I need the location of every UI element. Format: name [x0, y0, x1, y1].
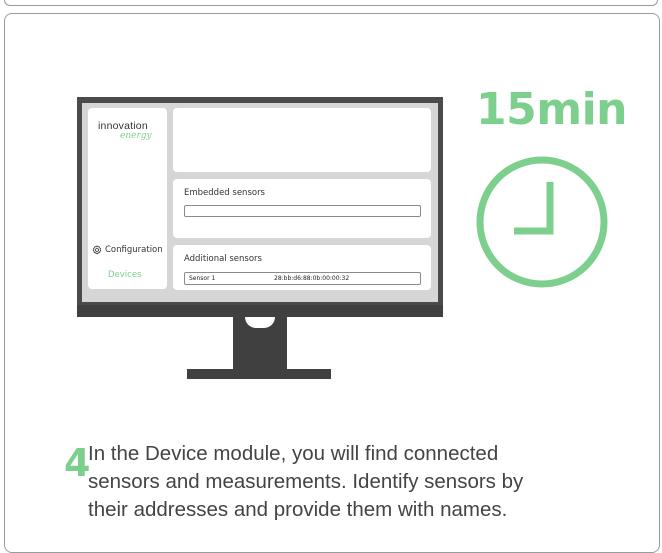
- step-line: their addresses and provide them with na…: [88, 498, 508, 521]
- step-number: 4: [64, 441, 91, 485]
- additional-sensors-title: Additional sensors: [184, 254, 262, 264]
- sensor-name: Sensor 1: [189, 275, 216, 282]
- embedded-sensors-title: Embedded sensors: [184, 188, 265, 198]
- monitor-chin: [77, 305, 443, 317]
- embedded-sensors-field[interactable]: [184, 205, 421, 217]
- step-line: sensors and measurements. Identify senso…: [88, 470, 524, 493]
- step-line: In the Device module, you will find conn…: [88, 442, 499, 465]
- step-description: In the Device module, you will find conn…: [88, 440, 648, 524]
- sidebar-item-devices[interactable]: Devices: [108, 270, 142, 280]
- gear-icon: [92, 245, 102, 255]
- timer-label: 15min: [476, 84, 627, 135]
- sidebar-item-configuration[interactable]: Configuration: [92, 243, 163, 257]
- sidebar-item-label: Configuration: [105, 245, 163, 255]
- sensor-address: 28:bb:d6:88:0b:00:00:32: [274, 275, 350, 282]
- sensor-row[interactable]: Sensor 1 28:bb:d6:88:0b:00:00:32: [184, 272, 421, 285]
- logo-secondary: energy: [120, 131, 152, 141]
- monitor-stand-base: [187, 369, 331, 379]
- clock-icon: [475, 155, 609, 293]
- top-panel: [173, 108, 431, 172]
- top-card-edge: [4, 0, 658, 6]
